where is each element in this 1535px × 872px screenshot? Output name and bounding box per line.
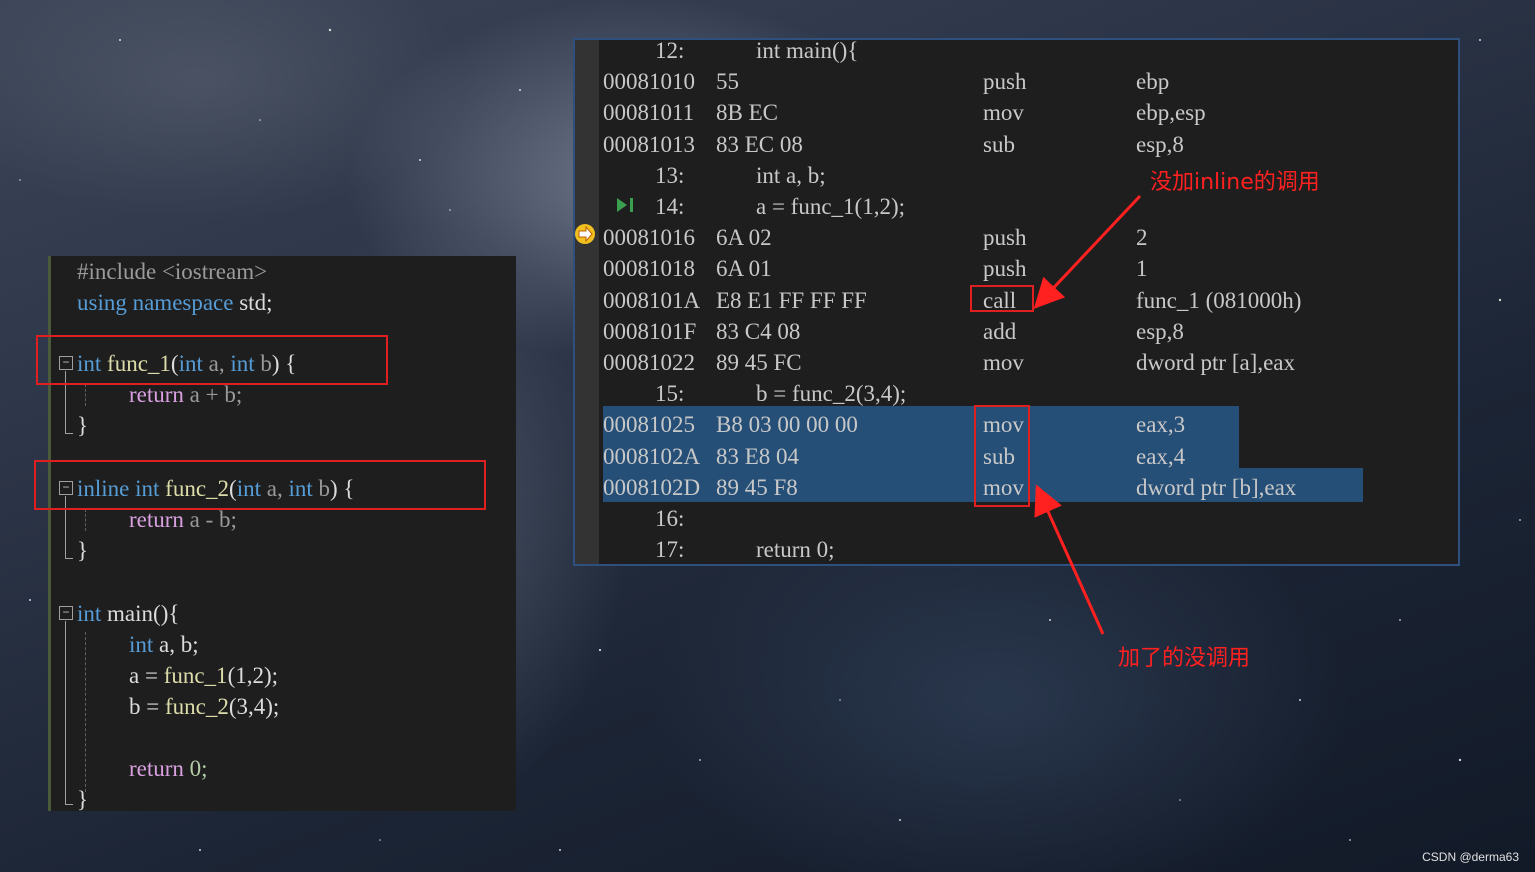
annotation-no-inline: 没加inline的调用	[1150, 170, 1320, 195]
arrow-to-call	[1033, 194, 1142, 309]
watermark: CSDN @derma63	[1422, 850, 1519, 864]
annotation-inline: 加了的没调用	[1118, 646, 1251, 671]
arrow-to-inlined	[1034, 484, 1105, 635]
annotation-arrows	[1033, 194, 1142, 635]
